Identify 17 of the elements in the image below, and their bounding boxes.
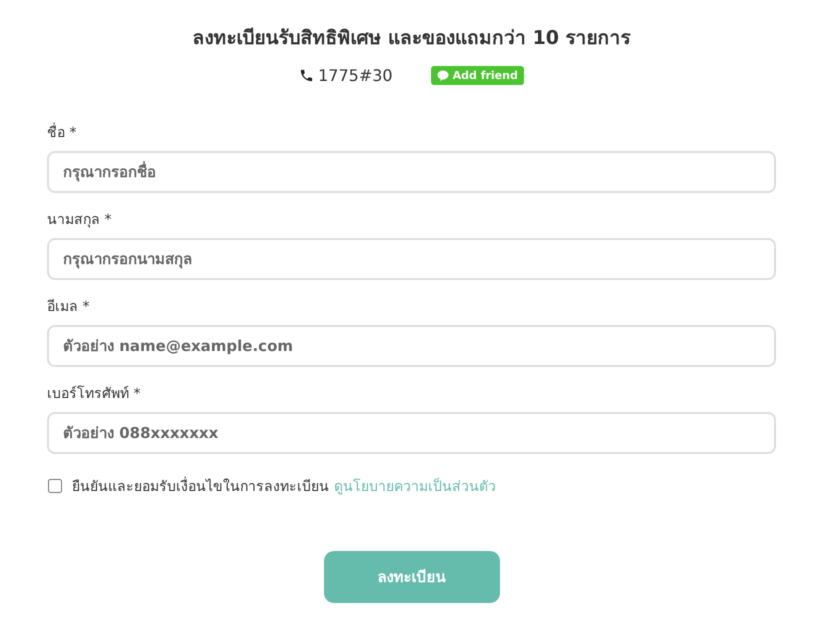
input-field[interactable]: กรุณากรอกชื่อ — [47, 151, 776, 193]
phone-icon — [299, 68, 314, 83]
register-button[interactable]: ลงทะเบียน — [324, 551, 500, 603]
input-field[interactable]: ตัวอย่าง name@example.com — [47, 325, 776, 367]
field-label: เบอร์โทรศัพท์ * — [47, 384, 142, 404]
add-friend-button[interactable]: Add friend — [430, 66, 524, 85]
field-label: ชื่อ * — [47, 121, 776, 143]
page-title: ลงทะเบียนรับสิทธิพิเศษ และของแถมกว่า 10 รายการ — [191, 26, 632, 51]
field-label: นามสกุล * — [47, 211, 112, 230]
field-label: อีเมล * — [47, 298, 90, 317]
consent-text: ยืนยันและยอมรับเงื่อนไขในการลงทะเบียน ดูนโยบายความเป็นส่วนตัว — [72, 475, 496, 497]
privacy-link[interactable]: ดูนโยบายความเป็นส่วนตัว — [334, 479, 496, 495]
phone-number: 1775#30 — [318, 66, 393, 85]
consent-checkbox[interactable] — [48, 479, 62, 493]
speech-bubble-icon — [436, 70, 449, 81]
input-field[interactable]: กรุณากรอกนามสกุล — [47, 238, 776, 280]
input-field[interactable]: ตัวอย่าง 088xxxxxxx — [47, 412, 776, 454]
